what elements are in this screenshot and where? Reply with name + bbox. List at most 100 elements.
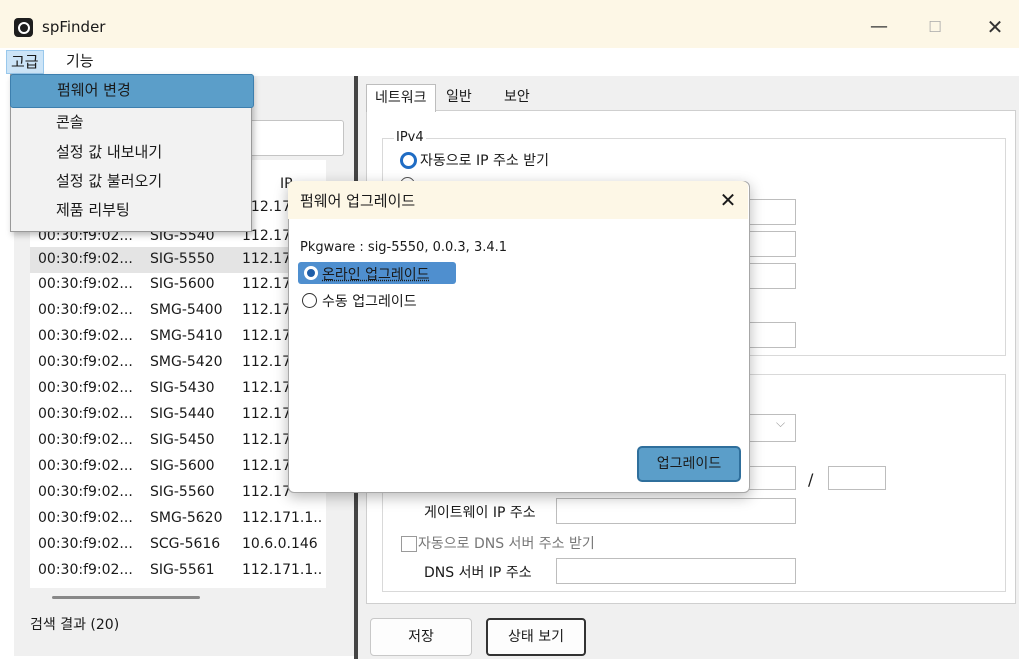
mac-cell: 00:30:f9:02... [38,328,133,344]
ip-cell: 112.17 [242,432,291,448]
auto-ip-radio[interactable] [400,152,417,169]
menu-item-export-settings[interactable]: 설정 값 내보내기 [10,137,250,167]
manual-upgrade-radio[interactable] [302,293,317,308]
table-row[interactable]: 00:30:f9:02... SIG-5600 112.17 [30,454,326,480]
dialog-title: 펌웨어 업그레이드 [300,192,416,210]
close-icon[interactable]: ✕ [714,186,742,214]
model-cell: SMG-5620 [150,510,223,526]
app-logo-icon [14,18,33,37]
manual-upgrade-label[interactable]: 수동 업그레이드 [322,291,417,311]
ip-cell: 112.17 [242,328,291,344]
mac-cell: 00:30:f9:02... [38,510,133,526]
menu-functions[interactable]: 기능 [62,50,98,72]
ipv4-legend: IPv4 [394,130,426,145]
ip-cell: 112.171.1.. [242,510,323,526]
model-cell: SIG-5600 [150,276,215,292]
menu-item-firmware-change[interactable]: 펌웨어 변경 [10,74,254,108]
table-row[interactable]: 00:30:f9:02... SIG-5550 112.17 [30,247,326,273]
ip-cell: 112.17 [242,380,291,396]
menu-advanced[interactable]: 고급 [6,50,44,74]
ip-cell: 10.6.0.146 [242,536,318,552]
ip-cell: 112.17 [242,302,291,318]
model-cell: SIG-5560 [150,484,215,500]
table-row[interactable]: 00:30:f9:02... SIG-5600 112.17 [30,272,326,298]
tab-network[interactable]: 네트워크 [366,84,436,112]
ip-cell: 112.17 [242,458,291,474]
mac-cell: 00:30:f9:02... [38,536,133,552]
menu-item-reboot[interactable]: 제품 리부팅 [10,195,250,225]
auto-ip-label: 자동으로 IP 주소 받기 [420,153,549,169]
dns-auto-checkbox[interactable] [401,536,417,552]
search-input[interactable] [244,120,344,156]
table-row[interactable]: 00:30:f9:02... SIG-5430 112.17 [30,376,326,402]
table-row[interactable]: 00:30:f9:02... SIG-5560 112.17 [30,480,326,506]
menu-item-label: 콘솔 [56,113,84,131]
mac-cell: 00:30:f9:02... [38,458,133,474]
ip-cell: 112.17 [242,406,291,422]
model-cell: SIG-5440 [150,406,215,422]
mtu-field[interactable] [744,322,796,348]
package-info: Pkgware : sig-5550, 0.0.3, 3.4.1 [300,240,508,255]
subnet-field[interactable] [744,231,796,257]
result-count: 검색 결과 (20) [30,617,120,633]
mac-cell: 00:30:f9:02... [38,276,133,292]
model-cell: SIG-5430 [150,380,215,396]
mac-cell: 00:30:f9:02... [38,354,133,370]
table-row[interactable]: 00:30:f9:02... SMG-5410 112.17 [30,324,326,350]
dns-ip-label: DNS 서버 IP 주소 [424,565,532,581]
mode-select[interactable] [744,414,796,442]
dns-ip-input[interactable] [556,558,796,584]
ip-cell: 112.17 [242,251,291,267]
dns-auto-label: 자동으로 DNS 서버 주소 받기 [418,536,595,552]
upgrade-button[interactable]: 업그레이드 [637,446,741,482]
gateway-label: 게이트웨이 IP 주소 [424,505,536,521]
model-cell: SMG-5400 [150,302,223,318]
mac-cell: 00:30:f9:02... [38,484,133,500]
menu-item-label: 펌웨어 변경 [57,81,131,99]
ip-cell: 112.17 [242,354,291,370]
tab-security[interactable]: 보안 [496,84,538,110]
prefix-length-field[interactable] [828,466,886,490]
model-cell: SMG-5420 [150,354,223,370]
menu-bar [0,48,1019,74]
ip-cell: 112.17 [242,484,291,500]
table-row[interactable]: 00:30:f9:02... SIG-5440 112.17 [30,402,326,428]
menu-item-console[interactable]: 콘솔 [10,107,250,137]
maximize-button[interactable]: ☐ [912,12,958,42]
close-window-button[interactable]: ✕ [972,12,1018,42]
model-cell: SCG-5616 [150,536,221,552]
table-row[interactable]: 00:30:f9:02... SIG-5561 112.171.1.. [30,558,326,584]
prefix-field[interactable] [744,466,796,490]
horizontal-scrollbar[interactable] [52,596,200,599]
window-title: spFinder [42,18,106,36]
ip-cell: 112.17 [242,276,291,292]
mac-cell: 00:30:f9:02... [38,380,133,396]
ip-cell: 112.171.1.. [242,562,323,578]
mac-cell: 00:30:f9:02... [38,406,133,422]
table-row[interactable]: 00:30:f9:02... SMG-5420 112.17 [30,350,326,376]
model-cell: SIG-5600 [150,458,215,474]
mac-cell: 00:30:f9:02... [38,432,133,448]
menu-item-label: 설정 값 불러오기 [56,172,163,190]
status-view-button[interactable]: 상태 보기 [486,618,586,656]
gateway-ip-input[interactable] [556,498,796,524]
chevron-down-icon: ⌵ [776,416,786,430]
online-upgrade-radio[interactable] [304,266,318,280]
save-button[interactable]: 저장 [370,618,472,656]
ip-address-field[interactable] [744,199,796,225]
menu-item-label: 제품 리부팅 [56,201,130,219]
tab-general[interactable]: 일반 [438,84,480,110]
table-row[interactable]: 00:30:f9:02... SMG-5400 112.17 [30,298,326,324]
model-cell: SIG-5450 [150,432,215,448]
minimize-button[interactable]: — [856,12,902,42]
menu-item-import-settings[interactable]: 설정 값 불러오기 [10,166,250,196]
mac-cell: 00:30:f9:02... [38,302,133,318]
gateway-field[interactable] [744,263,796,289]
table-row[interactable]: 00:30:f9:02... SMG-5620 112.171.1.. [30,506,326,532]
table-row[interactable]: 00:30:f9:02... SIG-5450 112.17 [30,428,326,454]
prefix-separator: / [808,470,814,489]
table-row[interactable]: 00:30:f9:02... SCG-5616 10.6.0.146 [30,532,326,558]
model-cell: SMG-5410 [150,328,223,344]
online-upgrade-label[interactable]: 온라인 업그레이드 [322,264,430,284]
mac-cell: 00:30:f9:02... [38,251,133,267]
